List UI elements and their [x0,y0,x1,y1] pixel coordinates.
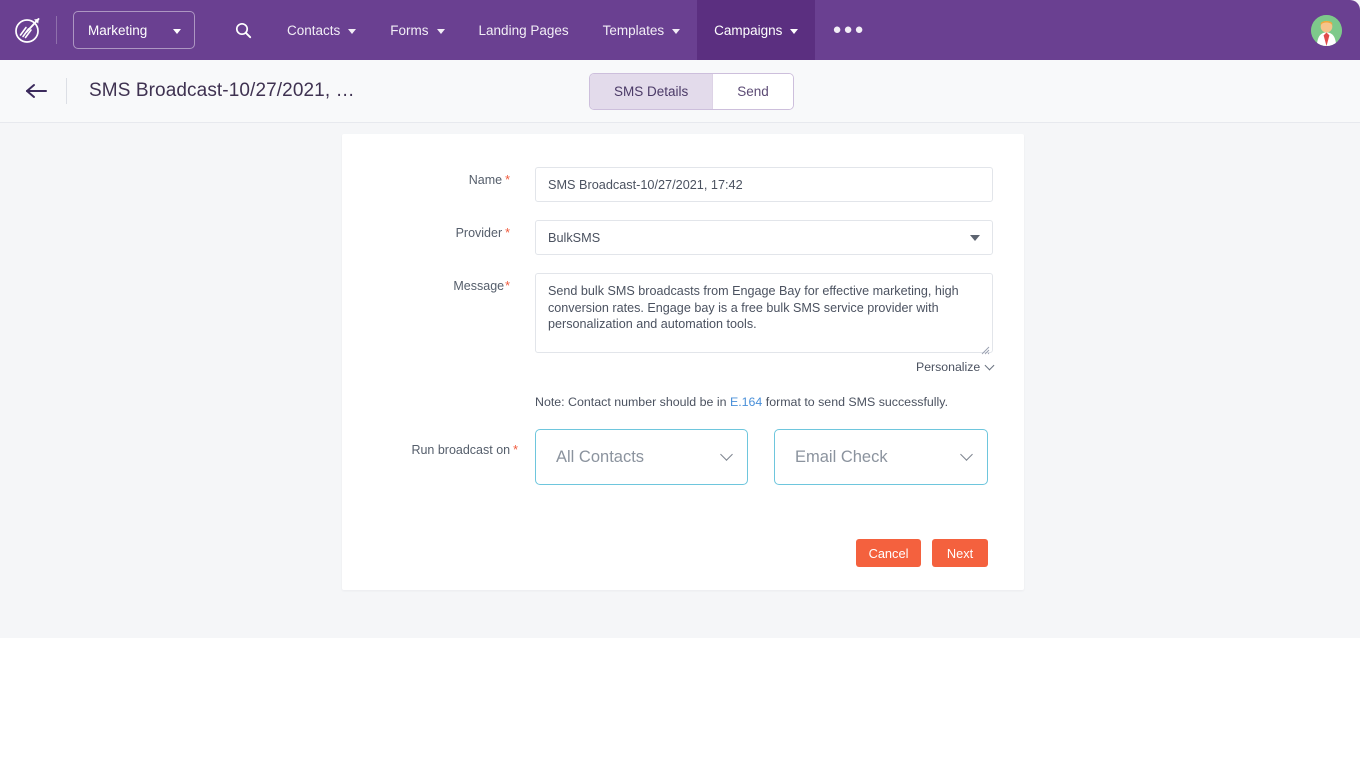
nav-item-label: Templates [603,23,665,38]
nav-spacer [883,0,1311,60]
message-textarea[interactable]: Send bulk SMS broadcasts from Engage Bay… [535,273,993,353]
sms-details-card: Name* Provider* BulkSMS Message* [342,134,1024,590]
nav-item-campaigns[interactable]: Campaigns [697,0,815,60]
app-selector-label: Marketing [88,23,147,38]
label-text: Name [469,173,502,187]
app-window: Marketing Contacts Forms Landing Pages [0,0,1360,638]
back-arrow-icon [24,82,48,100]
broadcast-audience-select[interactable]: All Contacts [535,429,748,485]
page-subheader: SMS Broadcast-10/27/2021, … SMS Details … [0,60,1360,123]
name-input[interactable] [535,167,993,202]
provider-selected-value: BulkSMS [548,231,600,245]
page-title: SMS Broadcast-10/27/2021, … [89,80,355,102]
required-marker: * [505,226,510,240]
label-text: Message [453,279,504,293]
chevron-down-icon [720,448,733,461]
nav-item-templates[interactable]: Templates [586,0,698,60]
chevron-down-icon [970,235,980,241]
audience-selected-value: All Contacts [556,448,644,467]
nav-item-contacts[interactable]: Contacts [270,0,373,60]
form-action-buttons: Cancel Next [856,539,988,567]
nav-item-label: Forms [390,23,428,38]
engagebay-logo-icon [13,15,43,45]
required-marker: * [513,443,518,457]
broadcast-list-select[interactable]: Email Check [774,429,988,485]
provider-field-label: Provider* [342,220,510,255]
field-row-name: Name* [342,167,1024,202]
cancel-button[interactable]: Cancel [856,539,921,567]
message-textarea-wrap: Send bulk SMS broadcasts from Engage Bay… [535,273,993,358]
e164-link[interactable]: E.164 [730,395,762,409]
tab-send[interactable]: Send [712,74,793,109]
note-suffix: format to send SMS successfully. [762,395,948,409]
nav-item-label: Contacts [287,23,340,38]
label-text: Provider [456,226,503,240]
note-prefix: Note: Contact number should be in [535,395,730,409]
tab-label: Send [737,84,769,99]
app-selector-marketing[interactable]: Marketing [73,11,195,49]
required-marker: * [505,173,510,187]
list-selected-value: Email Check [795,448,888,467]
message-field-label: Message* [342,273,510,358]
search-button[interactable] [217,0,270,60]
ellipsis-icon: ●●● [832,22,865,37]
search-icon [235,22,252,39]
required-marker: * [505,279,510,293]
logo-divider [56,16,57,44]
chevron-down-icon [985,360,995,370]
chevron-down-icon [672,29,680,34]
label-text: Run broadcast on [411,443,510,457]
next-button[interactable]: Next [932,539,988,567]
chevron-down-icon [173,29,181,34]
nav-item-landing-pages[interactable]: Landing Pages [462,0,586,60]
nav-item-list: Contacts Forms Landing Pages Templates C… [217,0,883,60]
field-row-message: Message* Send bulk SMS broadcasts from E… [342,273,1024,358]
provider-select[interactable]: BulkSMS [535,220,993,255]
user-avatar-icon [1311,15,1342,46]
chevron-down-icon [960,448,973,461]
chevron-down-icon [437,29,445,34]
nav-item-label: Landing Pages [479,23,569,38]
tab-label: SMS Details [614,84,688,99]
chevron-down-icon [348,29,356,34]
nav-item-label: Campaigns [714,23,782,38]
name-input-wrap [535,167,993,202]
provider-select-wrap: BulkSMS [535,220,993,255]
name-field-label: Name* [342,167,510,202]
format-note: Note: Contact number should be in E.164 … [535,395,948,409]
broadcast-field-label: Run broadcast on* [350,443,518,457]
personalize-label: Personalize [916,360,980,374]
user-avatar-button[interactable] [1311,0,1360,60]
back-button[interactable] [23,78,49,104]
header-divider [66,78,67,104]
field-row-provider: Provider* BulkSMS [342,220,1024,255]
app-logo[interactable] [0,0,56,60]
tab-sms-details[interactable]: SMS Details [590,74,712,109]
nav-more-menu-button[interactable]: ●●● [815,0,882,60]
personalize-dropdown[interactable]: Personalize [916,360,993,374]
chevron-down-icon [790,29,798,34]
top-navigation-bar: Marketing Contacts Forms Landing Pages [0,0,1360,60]
nav-item-forms[interactable]: Forms [373,0,461,60]
view-tabs: SMS Details Send [589,73,794,110]
